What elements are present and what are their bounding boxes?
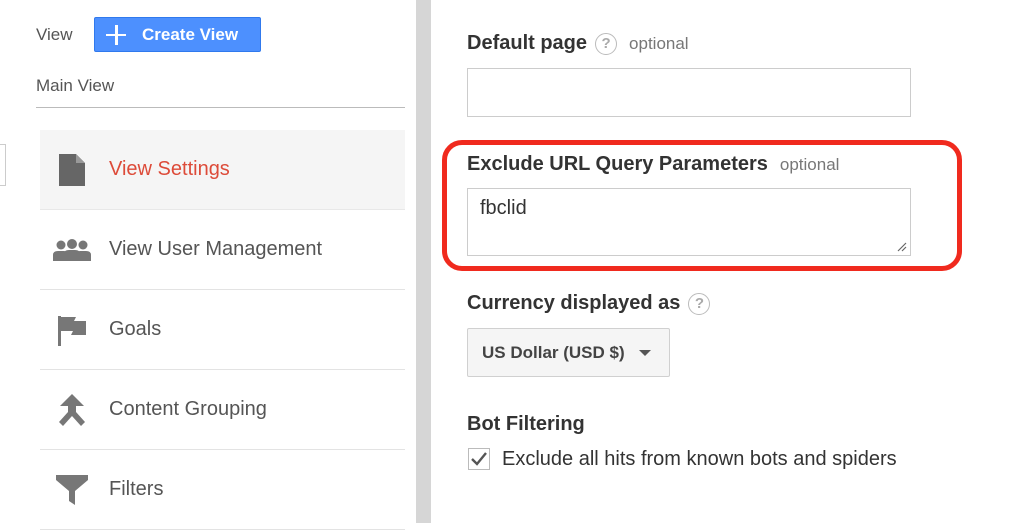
view-label: View <box>36 25 73 44</box>
help-icon[interactable]: ? <box>595 32 618 55</box>
view-nav: View Settings View User Management Goals <box>40 130 405 530</box>
filter-icon <box>53 471 91 509</box>
content-grouping-icon <box>53 391 91 429</box>
exclude-params-label-text: Exclude URL Query Parameters <box>467 153 768 175</box>
plus-icon <box>106 24 126 45</box>
exclude-params-value: fbclid <box>480 197 527 219</box>
currency-select[interactable]: US Dollar (USD $) <box>467 328 670 377</box>
exclude-params-label: Exclude URL Query Parameters optional <box>467 153 839 176</box>
document-icon <box>53 151 91 189</box>
flag-icon <box>53 311 91 349</box>
divider <box>36 107 405 108</box>
currency-label: Currency displayed as ? <box>467 292 711 315</box>
bot-filtering-label-text: Bot Filtering <box>467 413 585 435</box>
nav-item-goals[interactable]: Goals <box>40 290 405 370</box>
create-view-button[interactable]: Create View <box>94 17 261 52</box>
left-panel: View Create View Main View View Settings… <box>0 0 416 530</box>
default-page-label-text: Default page <box>467 32 588 54</box>
checkmark-icon <box>471 452 487 466</box>
resize-grip-icon[interactable] <box>897 242 907 252</box>
nav-label: Filters <box>109 478 164 500</box>
nav-item-content-grouping[interactable]: Content Grouping <box>40 370 405 450</box>
exclude-params-textarea[interactable]: fbclid <box>467 188 911 256</box>
optional-tag: optional <box>629 33 689 53</box>
nav-label: View User Management <box>109 238 323 260</box>
help-icon[interactable]: ? <box>688 292 711 315</box>
nav-label: Goals <box>109 318 162 340</box>
optional-tag: optional <box>779 154 840 174</box>
default-page-label: Default page ? optional <box>467 32 689 55</box>
collapse-tab[interactable] <box>0 144 6 186</box>
users-icon <box>53 231 91 269</box>
create-view-label: Create View <box>142 24 239 44</box>
bot-filtering-label: Bot Filtering <box>467 413 585 436</box>
nav-label: View Settings <box>109 158 230 180</box>
current-view-name[interactable]: Main View <box>36 76 114 96</box>
default-page-input[interactable] <box>467 68 911 117</box>
currency-selected: US Dollar (USD $) <box>482 342 625 362</box>
panel-separator <box>416 0 431 523</box>
nav-item-filters[interactable]: Filters <box>40 450 405 530</box>
bot-filter-checkbox[interactable] <box>468 448 490 470</box>
currency-label-text: Currency displayed as <box>467 292 681 314</box>
nav-item-view-user-management[interactable]: View User Management <box>40 210 405 290</box>
nav-label: Content Grouping <box>109 398 267 420</box>
bot-filter-checkbox-label[interactable]: Exclude all hits from known bots and spi… <box>502 448 897 471</box>
nav-item-view-settings[interactable]: View Settings <box>40 130 405 210</box>
caret-down-icon <box>638 349 651 356</box>
